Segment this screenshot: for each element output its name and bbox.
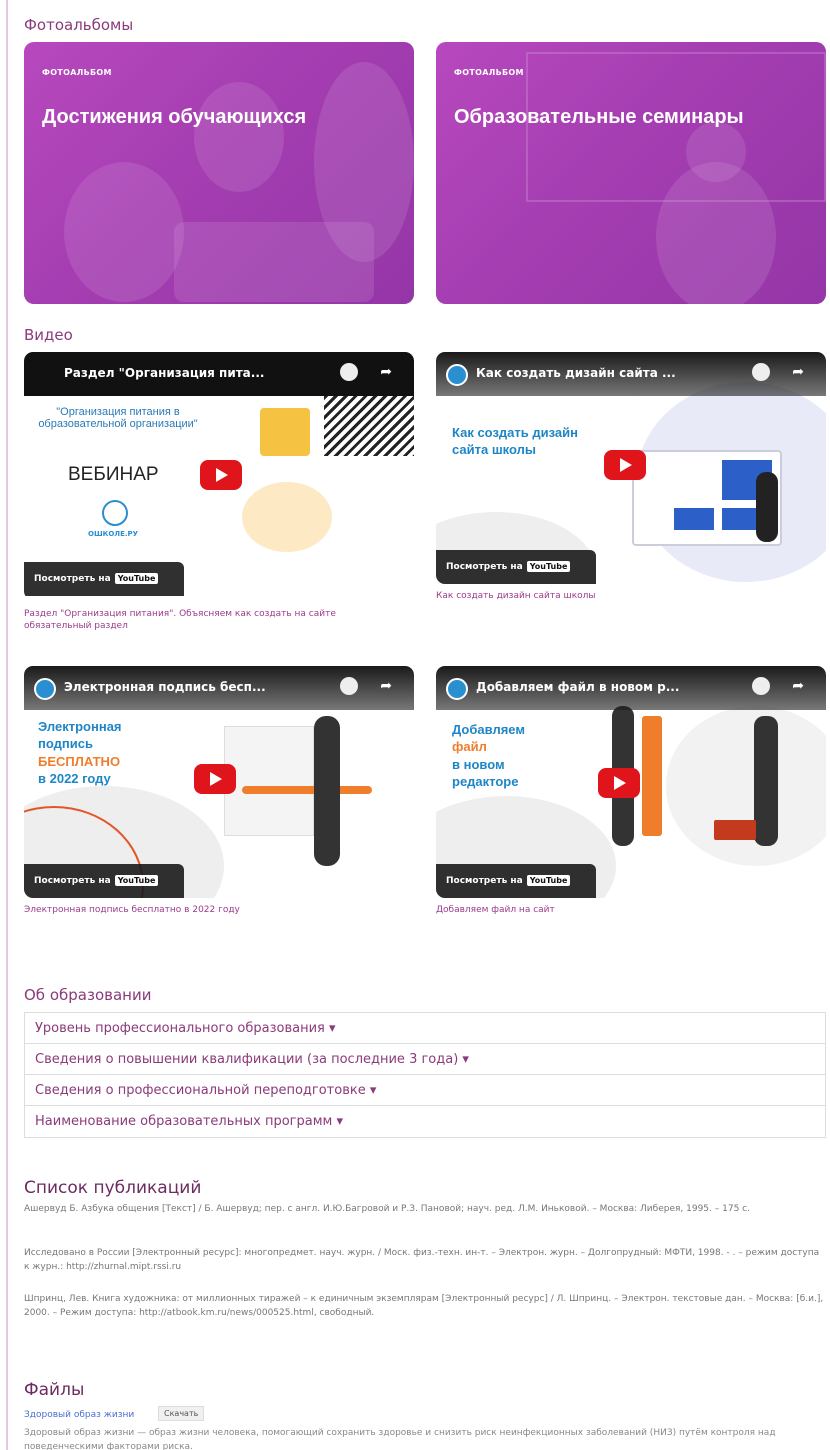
download-button[interactable]: Скачать [158, 1406, 205, 1421]
illustration-person [754, 716, 778, 846]
video-caption[interactable]: Раздел "Организация питания". Объясняем … [24, 608, 404, 632]
publication-item: Ашервуд Б. Азбука общения [Текст] / Б. А… [24, 1204, 750, 1214]
illustration-boxes [714, 820, 756, 840]
publications-heading: Список публикаций [24, 1178, 202, 1198]
education-accordion: Уровень профессионального образования ▾ … [24, 1012, 826, 1138]
illustration-blob [666, 706, 826, 866]
thumbnail-headline: Как создать дизайн сайта школы [452, 425, 578, 457]
album-title: Образовательные семинары [454, 106, 744, 128]
share-icon[interactable]: ➦ [380, 678, 392, 694]
youtube-logo: YouTube [526, 875, 571, 886]
accordion-item-programs[interactable]: Наименование образовательных программ ▾ [25, 1106, 825, 1137]
thumbnail-headline: "Организация питания в образовательной о… [38, 406, 198, 430]
video-caption[interactable]: Добавляем файл на сайт [436, 904, 555, 916]
illustration-person [756, 472, 778, 542]
accordion-item-retraining[interactable]: Сведения о профессиональной переподготов… [25, 1075, 825, 1106]
youtube-logo: YouTube [114, 875, 159, 886]
thumbnail-headline: Добавляем [452, 722, 525, 737]
album-card-seminars[interactable]: ФОТОАЛЬБОМ Образовательные семинары [436, 42, 826, 304]
illustration-pen [242, 786, 372, 794]
watch-on-youtube-button[interactable]: Посмотреть на YouTube [436, 864, 596, 898]
illustration-person [314, 716, 340, 866]
channel-avatar[interactable] [34, 678, 56, 700]
file-description: Здоровый образ жизни — образ жизни челов… [24, 1428, 776, 1450]
watch-on-youtube-button[interactable]: Посмотреть на YouTube [24, 562, 184, 596]
channel-avatar[interactable] [446, 678, 468, 700]
youtube-logo: YouTube [526, 561, 571, 572]
watch-label: Посмотреть на [34, 876, 111, 886]
illustration-stripes [324, 396, 414, 456]
publication-item: Исследовано в России [Электронный ресурс… [24, 1248, 820, 1272]
video-player-signature[interactable]: Электронная подпись бесп... ➦ Электронна… [24, 666, 414, 898]
play-button[interactable] [194, 764, 236, 794]
share-icon[interactable]: ➦ [792, 678, 804, 694]
file-link[interactable]: Здоровый образ жизни [24, 1410, 134, 1420]
illustration-person [242, 482, 332, 552]
illustration-block [674, 508, 714, 530]
watch-later-icon[interactable] [340, 677, 358, 695]
share-icon[interactable]: ➦ [792, 364, 804, 380]
album-card-achievements[interactable]: ФОТОАЛЬБОМ Достижения обучающихся [24, 42, 414, 304]
thumbnail-headline-tail: в новом редакторе [452, 757, 519, 789]
video-player-add-file[interactable]: Добавляем файл в новом р... ➦ Добавляем … [436, 666, 826, 898]
illustration-bookshelf [642, 716, 662, 836]
video-title[interactable]: Раздел "Организация пита... [64, 366, 264, 380]
play-button[interactable] [200, 460, 242, 490]
left-accent-rule [6, 0, 8, 1450]
video-player-nutrition[interactable]: Раздел "Организация пита... ➦ "Организац… [24, 352, 414, 600]
thumbnail-headline-accent: файл [452, 739, 487, 754]
globe-icon [102, 500, 128, 526]
video-title[interactable]: Электронная подпись бесп... [64, 680, 266, 694]
album-overlay [436, 42, 826, 304]
thumbnail-headline: Электронная подпись [38, 719, 122, 751]
thumbnail-headline-tail: в 2022 году [38, 771, 111, 786]
video-caption[interactable]: Как создать дизайн сайта школы [436, 590, 596, 602]
watch-later-icon[interactable] [752, 677, 770, 695]
share-icon[interactable]: ➦ [380, 364, 392, 380]
play-button[interactable] [598, 768, 640, 798]
video-heading: Видео [24, 326, 73, 344]
watch-on-youtube-button[interactable]: Посмотреть на YouTube [436, 550, 596, 584]
illustration-document [224, 726, 314, 836]
photo-albums-heading: Фотоальбомы [24, 16, 134, 34]
album-kicker: ФОТОАЛЬБОМ [454, 68, 524, 77]
album-overlay [24, 42, 414, 304]
watch-label: Посмотреть на [446, 562, 523, 572]
illustration-folder [260, 408, 310, 456]
video-title[interactable]: Добавляем файл в новом р... [476, 680, 679, 694]
thumbnail-headline-accent: БЕСПЛАТНО [38, 754, 121, 769]
youtube-logo: YouTube [114, 573, 159, 584]
channel-avatar[interactable] [446, 364, 468, 386]
album-kicker: ФОТОАЛЬБОМ [42, 68, 112, 77]
watch-on-youtube-button[interactable]: Посмотреть на YouTube [24, 864, 184, 898]
accordion-item-qualification[interactable]: Сведения о повышении квалификации (за по… [25, 1044, 825, 1075]
watch-later-icon[interactable] [752, 363, 770, 381]
watch-label: Посмотреть на [446, 876, 523, 886]
album-title: Достижения обучающихся [42, 106, 307, 128]
education-heading: Об образовании [24, 986, 152, 1004]
thumbnail-subtitle: ВЕБИНАР [68, 464, 159, 485]
video-player-design[interactable]: Как создать дизайн сайта ... ➦ Как созда… [436, 352, 826, 584]
publication-item: Шпринц, Лев. Книга художника: от миллион… [24, 1294, 824, 1318]
video-caption[interactable]: Электронная подпись бесплатно в 2022 год… [24, 904, 240, 916]
watch-label: Посмотреть на [34, 574, 111, 584]
watch-later-icon[interactable] [340, 363, 358, 381]
play-button[interactable] [604, 450, 646, 480]
accordion-item-education-level[interactable]: Уровень профессионального образования ▾ [25, 1013, 825, 1044]
files-heading: Файлы [24, 1380, 85, 1400]
channel-logo-text: ОШКОЛЕ.РУ [88, 530, 139, 538]
video-title[interactable]: Как создать дизайн сайта ... [476, 366, 676, 380]
